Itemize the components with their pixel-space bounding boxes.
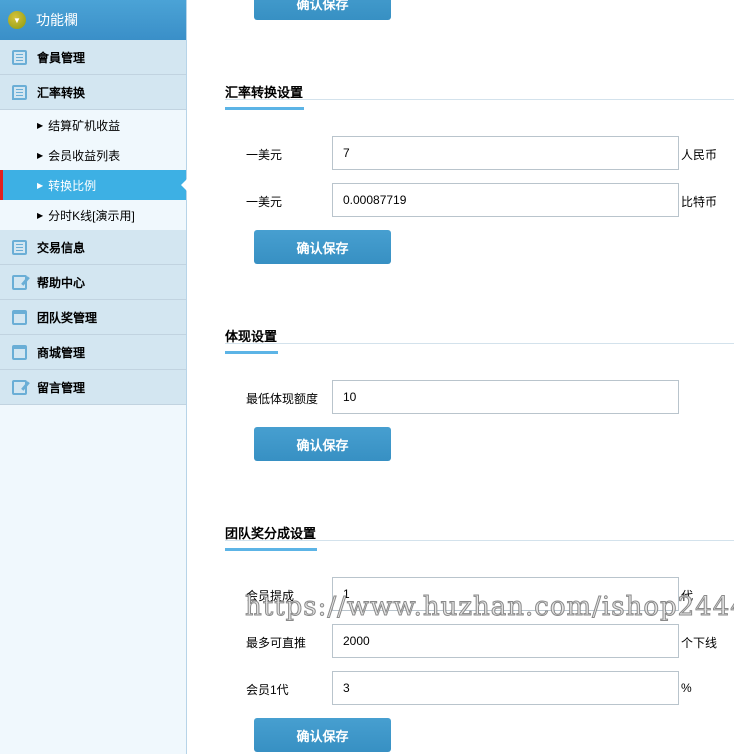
edit-icon	[12, 379, 27, 395]
caret-right-icon: ▶	[37, 150, 44, 160]
field-label: 会员提成	[246, 589, 295, 603]
save-button[interactable]: 确认保存	[254, 427, 391, 461]
sidebar-title: 功能欄	[36, 12, 78, 28]
usd-cny-input[interactable]	[332, 136, 679, 170]
field-label: 一美元	[246, 148, 283, 162]
field-label: 会员1代	[246, 683, 289, 697]
section-title: 汇率转换设置	[225, 82, 305, 110]
section-header: 团队奖分成设置	[225, 523, 734, 551]
field-unit: 比特币	[681, 195, 718, 209]
field-label: 最多可直推	[246, 636, 307, 650]
list-icon	[12, 239, 27, 255]
caret-right-icon: ▶	[37, 210, 44, 220]
usd-btc-input[interactable]	[332, 183, 679, 217]
commission-levels-input[interactable]	[332, 577, 679, 611]
main-content: 确认保存 汇率转换设置 一美元 人民币 一美元 比特币 确认保存 体现设置 最低…	[187, 0, 734, 754]
submenu-kline[interactable]: ▶ 分时K线[演示用]	[0, 200, 186, 230]
menu-trade[interactable]: 交易信息	[0, 230, 186, 265]
menu-label: 团队奖管理	[37, 310, 98, 325]
section-title: 团队奖分成设置	[225, 523, 318, 551]
menu-label: 留言管理	[37, 380, 86, 395]
menu-exchange[interactable]: 汇率转换	[0, 75, 186, 110]
submenu-label: 转换比例	[48, 178, 97, 193]
menu-label: 交易信息	[37, 240, 86, 255]
section-title: 体现设置	[225, 326, 279, 354]
menu-help[interactable]: 帮助中心	[0, 265, 186, 300]
menu-shop[interactable]: 商城管理	[0, 335, 186, 370]
sidebar-header[interactable]: ▼ 功能欄	[0, 0, 186, 40]
min-withdraw-input[interactable]	[332, 380, 679, 414]
submenu-label: 结算矿机收益	[48, 118, 121, 133]
menu-label: 商城管理	[37, 345, 86, 360]
field-unit: 个下线	[681, 636, 718, 650]
submenu-label: 会员收益列表	[48, 148, 121, 163]
caret-right-icon: ▶	[37, 180, 44, 190]
chat-icon	[12, 84, 27, 100]
field-unit: 代	[681, 589, 694, 603]
level1-percent-input[interactable]	[332, 671, 679, 705]
menu-messages[interactable]: 留言管理	[0, 370, 186, 405]
max-direct-input[interactable]	[332, 624, 679, 658]
section-header: 体现设置	[225, 326, 734, 354]
menu-label: 帮助中心	[37, 275, 86, 290]
collapse-icon: ▼	[8, 11, 26, 29]
list-icon	[12, 49, 27, 65]
submenu-member-income[interactable]: ▶ 会员收益列表	[0, 140, 186, 170]
section-header: 汇率转换设置	[225, 82, 734, 110]
submenu-settle[interactable]: ▶ 结算矿机收益	[0, 110, 186, 140]
menu-label: 會員管理	[37, 50, 86, 65]
submenu-label: 分时K线[演示用]	[48, 208, 135, 223]
field-label: 最低体现额度	[246, 392, 319, 406]
field-label: 一美元	[246, 195, 283, 209]
edit-icon	[12, 274, 27, 290]
menu-member[interactable]: 會員管理	[0, 40, 186, 75]
field-unit: %	[681, 681, 692, 695]
sidebar: ▼ 功能欄 會員管理 汇率转换 ▶ 结算矿机收益 ▶ 会员收益列表 ▶ 转换比例 ▶ 分时…	[0, 0, 187, 754]
submenu-ratio[interactable]: ▶ 转换比例	[0, 170, 187, 200]
save-button[interactable]: 确认保存	[254, 0, 391, 20]
save-button[interactable]: 确认保存	[254, 230, 391, 264]
caret-right-icon: ▶	[37, 120, 44, 130]
menu-label: 汇率转换	[37, 85, 86, 100]
calendar-icon	[12, 309, 27, 325]
field-unit: 人民币	[681, 148, 718, 162]
menu-team-bonus[interactable]: 团队奖管理	[0, 300, 186, 335]
calendar-icon	[12, 344, 27, 360]
save-button[interactable]: 确认保存	[254, 718, 391, 752]
